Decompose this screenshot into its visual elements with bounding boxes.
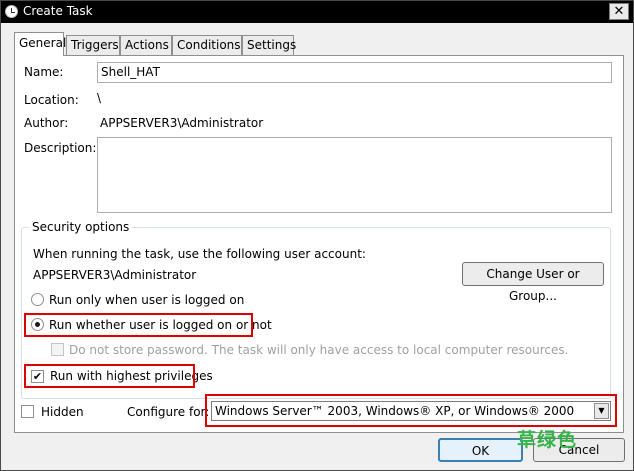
description-input[interactable]	[97, 137, 612, 213]
clock-icon	[5, 5, 18, 18]
tab-settings[interactable]: Settings	[242, 35, 296, 55]
change-user-button[interactable]: Change User or Group...	[462, 262, 604, 303]
title-bar[interactable]: Create Task ✕	[1, 1, 633, 23]
location-value: \	[97, 91, 102, 105]
hidden-label: Hidden	[41, 405, 84, 419]
tab-general[interactable]: General	[14, 32, 66, 56]
author-value: APPSERVER3\Administrator	[100, 116, 264, 130]
close-button[interactable]: ✕	[609, 3, 629, 20]
window-title: Create Task	[23, 4, 93, 18]
ok-button[interactable]: OK	[438, 438, 523, 462]
highest-privileges-highlight	[24, 364, 195, 388]
hidden-checkbox[interactable]	[21, 405, 34, 418]
account-prompt: When running the task, use the following…	[33, 247, 366, 261]
tab-conditions[interactable]: Conditions	[172, 35, 242, 55]
run-logged-on-radio[interactable]	[31, 293, 44, 306]
run-logged-on-label: Run only when user is logged on	[49, 293, 245, 307]
tab-actions[interactable]: Actions	[120, 35, 172, 55]
tab-triggers[interactable]: Triggers	[66, 35, 120, 55]
location-label: Location:	[24, 93, 79, 107]
security-options-title: Security options	[29, 220, 133, 234]
name-input[interactable]: Shell_HAT	[97, 62, 612, 83]
no-store-password-checkbox[interactable]	[51, 343, 64, 356]
run-whether-highlight	[24, 313, 253, 337]
no-store-password-label: Do not store password. The task will onl…	[69, 343, 569, 357]
author-label: Author:	[24, 116, 69, 130]
configure-for-label: Configure for:	[127, 405, 210, 419]
configure-for-highlight	[205, 394, 617, 427]
account-value: APPSERVER3\Administrator	[33, 268, 197, 282]
create-task-window: Create Task ✕ General Triggers Actions C…	[0, 0, 634, 471]
watermark: 草绿色	[517, 429, 578, 451]
description-label: Description:	[24, 141, 97, 155]
name-label: Name:	[24, 65, 64, 79]
